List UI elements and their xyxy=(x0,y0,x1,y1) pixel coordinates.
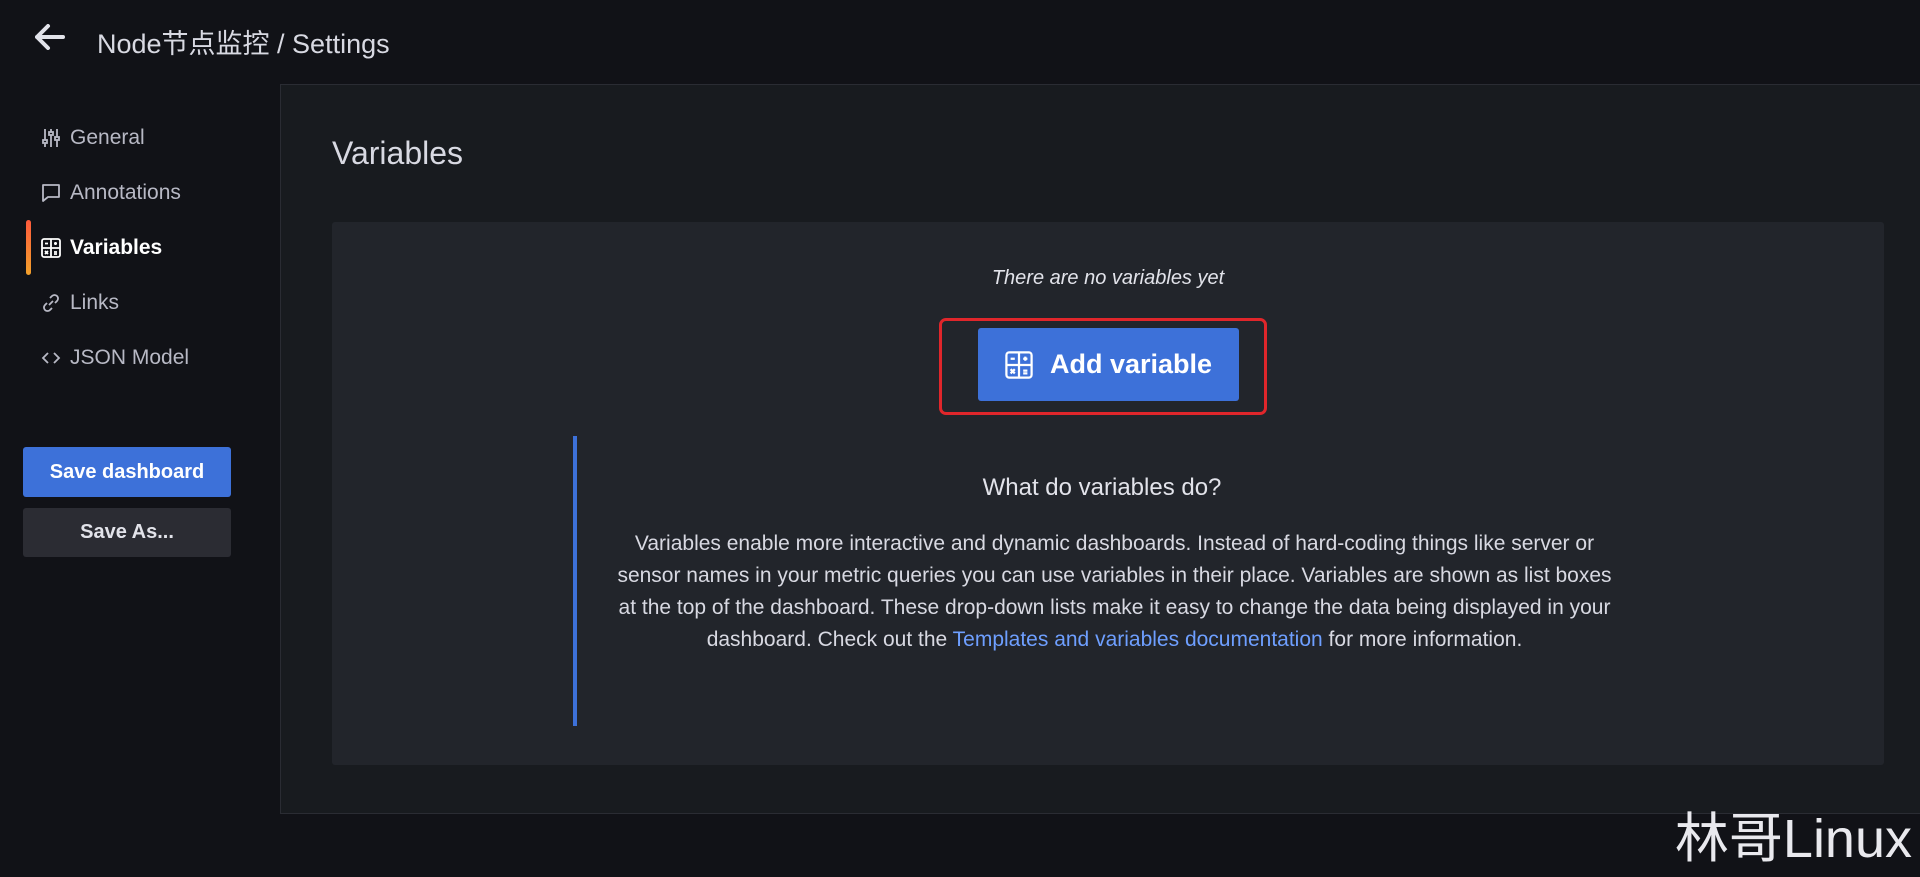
add-variable-button[interactable]: Add variable xyxy=(978,328,1239,401)
calculator-icon xyxy=(40,237,62,259)
empty-state-text: There are no variables yet xyxy=(991,267,1225,289)
add-variable-label: Add variable xyxy=(1049,349,1213,379)
calculator-icon xyxy=(1005,350,1033,379)
save-dashboard-button[interactable]: Save dashboard xyxy=(23,447,231,497)
watermark: 林哥Linux xyxy=(1674,809,1912,869)
documentation-link[interactable]: Templates and variables documentation xyxy=(953,628,1323,651)
sidebar-item-label: Annotations xyxy=(70,180,181,204)
settings-sidebar: General Annotations Variables Links JSON… xyxy=(0,110,270,385)
empty-state-card: There are no variables yet Add variable … xyxy=(332,222,1884,765)
help-callout: What do variables do? Variables enable m… xyxy=(573,436,1623,726)
sidebar-item-general[interactable]: General xyxy=(0,110,270,165)
sidebar-item-links[interactable]: Links xyxy=(0,275,270,330)
arrow-left-icon xyxy=(35,23,65,55)
back-button[interactable] xyxy=(28,20,72,58)
settings-content: Variables There are no variables yet Add… xyxy=(280,84,1920,814)
link-icon xyxy=(40,292,62,314)
sidebar-item-label: General xyxy=(70,125,145,149)
code-icon xyxy=(40,347,62,369)
sidebar-item-label: JSON Model xyxy=(70,345,190,369)
comment-icon xyxy=(40,182,62,204)
save-as-button[interactable]: Save As... xyxy=(23,508,231,557)
sidebar-item-json-model[interactable]: JSON Model xyxy=(0,330,270,385)
top-bar: Node节点监控 / Settings xyxy=(0,0,1920,78)
help-text-outro: for more information. xyxy=(1322,628,1523,651)
page-title: Node节点监控 / Settings xyxy=(97,29,390,59)
sidebar-item-label: Variables xyxy=(70,235,163,259)
help-text: Variables enable more interactive and dy… xyxy=(617,528,1612,656)
sidebar-item-label: Links xyxy=(70,290,120,314)
sidebar-item-variables[interactable]: Variables xyxy=(0,220,270,275)
sidebar-item-annotations[interactable]: Annotations xyxy=(0,165,270,220)
sliders-icon xyxy=(40,127,62,149)
section-title: Variables xyxy=(332,135,464,171)
help-title: What do variables do? xyxy=(982,474,1222,501)
